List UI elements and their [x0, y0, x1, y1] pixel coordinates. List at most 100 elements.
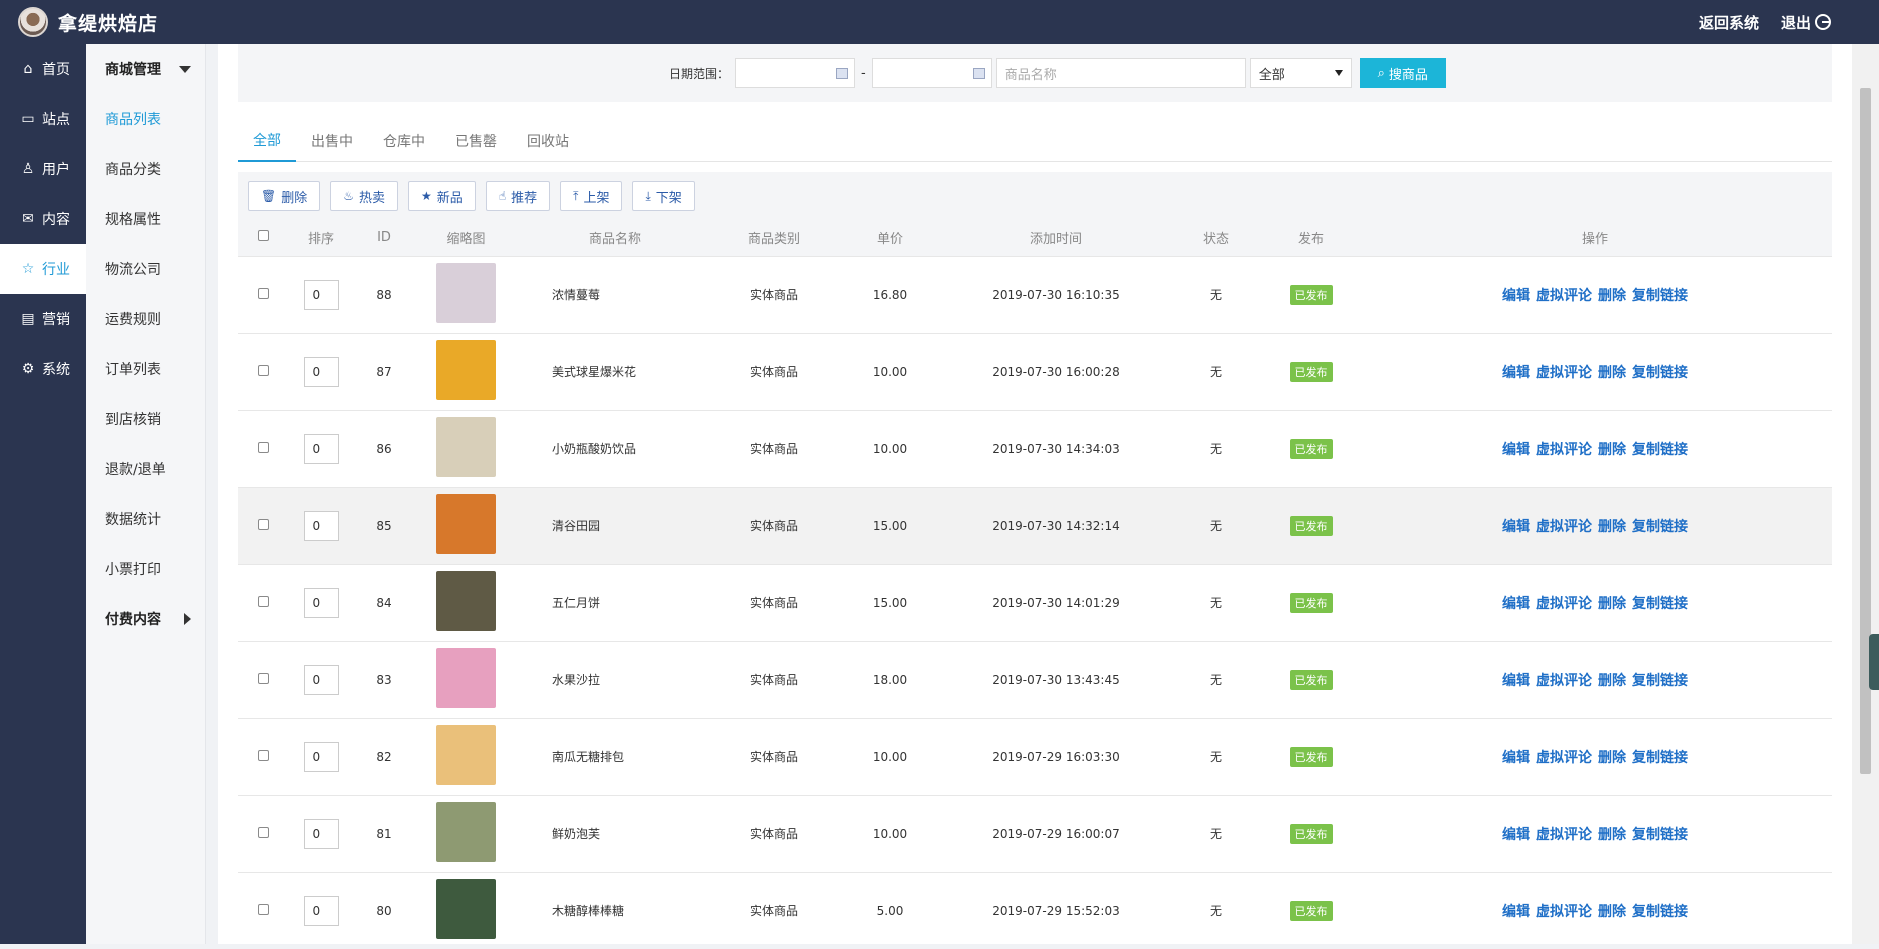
- copy-link[interactable]: 复制链接: [1632, 442, 1688, 458]
- edit-link[interactable]: 编辑: [1502, 519, 1530, 535]
- edit-link[interactable]: 编辑: [1502, 288, 1530, 304]
- nav-item-site[interactable]: ▭ 站点: [0, 94, 86, 144]
- tab-sold-out[interactable]: 已售罄: [440, 120, 512, 162]
- copy-link[interactable]: 复制链接: [1632, 365, 1688, 381]
- sort-input[interactable]: 0: [303, 356, 339, 387]
- virtual-review-link[interactable]: 虚拟评论: [1536, 904, 1592, 920]
- start-date-input[interactable]: [735, 58, 856, 88]
- calendar-icon[interactable]: [972, 68, 985, 79]
- sort-input[interactable]: 0: [303, 664, 339, 695]
- virtual-review-link[interactable]: 虚拟评论: [1536, 519, 1592, 535]
- status-badge[interactable]: 已发布: [1289, 669, 1333, 690]
- row-checkbox[interactable]: [257, 364, 269, 376]
- nav-item-marketing[interactable]: ▤ 营销: [0, 294, 86, 344]
- search-button[interactable]: ⌕ 搜商品: [1359, 58, 1446, 88]
- nav-item-system[interactable]: ⚙ 系统: [0, 344, 86, 394]
- row-checkbox[interactable]: [257, 826, 269, 838]
- product-name-input[interactable]: 商品名称: [995, 58, 1246, 88]
- virtual-review-link[interactable]: 虚拟评论: [1536, 673, 1592, 689]
- off-shelf-button[interactable]: ⤓ 下架: [632, 181, 695, 211]
- copy-link[interactable]: 复制链接: [1632, 827, 1688, 843]
- delete-link[interactable]: 删除: [1598, 596, 1626, 612]
- return-system-link[interactable]: 返回系统: [1699, 12, 1759, 33]
- subnav-category[interactable]: 商品分类: [86, 144, 205, 194]
- row-checkbox[interactable]: [257, 287, 269, 299]
- product-thumbnail[interactable]: [436, 263, 496, 323]
- row-checkbox[interactable]: [257, 672, 269, 684]
- select-all-header[interactable]: [238, 220, 288, 256]
- page-scrollbar[interactable]: [1852, 44, 1879, 944]
- new-button[interactable]: ★ 新品: [408, 181, 476, 211]
- subnav-verify[interactable]: 到店核销: [86, 394, 205, 444]
- calendar-icon[interactable]: [836, 68, 849, 79]
- delete-link[interactable]: 删除: [1598, 519, 1626, 535]
- copy-link[interactable]: 复制链接: [1632, 750, 1688, 766]
- status-badge[interactable]: 已发布: [1289, 900, 1333, 921]
- subnav-stats[interactable]: 数据统计: [86, 494, 205, 544]
- nav-item-home[interactable]: ⌂ 首页: [0, 44, 86, 94]
- status-select[interactable]: 全部: [1249, 58, 1352, 88]
- status-badge[interactable]: 已发布: [1289, 284, 1333, 305]
- status-badge[interactable]: 已发布: [1289, 438, 1333, 459]
- nav-item-content[interactable]: ✉ 内容: [0, 194, 86, 244]
- on-shelf-button[interactable]: ⤒ 上架: [560, 181, 623, 211]
- sort-input[interactable]: 0: [303, 741, 339, 772]
- brand[interactable]: 拿缇烘焙店: [0, 7, 158, 37]
- tab-all[interactable]: 全部: [238, 120, 296, 162]
- sort-input[interactable]: 0: [303, 895, 339, 926]
- copy-link[interactable]: 复制链接: [1632, 288, 1688, 304]
- side-float-handle[interactable]: [1869, 634, 1879, 690]
- status-badge[interactable]: 已发布: [1289, 823, 1333, 844]
- end-date-input[interactable]: [871, 58, 992, 88]
- row-checkbox[interactable]: [257, 441, 269, 453]
- virtual-review-link[interactable]: 虚拟评论: [1536, 596, 1592, 612]
- product-thumbnail[interactable]: [436, 417, 496, 477]
- delete-link[interactable]: 删除: [1598, 750, 1626, 766]
- sort-input[interactable]: 0: [303, 587, 339, 618]
- product-thumbnail[interactable]: [436, 648, 496, 708]
- subnav-product-list[interactable]: 商品列表: [86, 94, 205, 144]
- row-checkbox[interactable]: [257, 903, 269, 915]
- status-badge[interactable]: 已发布: [1289, 746, 1333, 767]
- recommend-button[interactable]: ☝ 推荐: [485, 181, 551, 211]
- product-thumbnail[interactable]: [436, 340, 496, 400]
- product-thumbnail[interactable]: [436, 494, 496, 554]
- edit-link[interactable]: 编辑: [1502, 596, 1530, 612]
- subnav-logistics[interactable]: 物流公司: [86, 244, 205, 294]
- copy-link[interactable]: 复制链接: [1632, 673, 1688, 689]
- sort-input[interactable]: 0: [303, 433, 339, 464]
- edit-link[interactable]: 编辑: [1502, 365, 1530, 381]
- status-badge[interactable]: 已发布: [1289, 361, 1333, 382]
- subnav-paid-content[interactable]: 付费内容: [86, 594, 205, 644]
- status-badge[interactable]: 已发布: [1289, 592, 1333, 613]
- subnav-orders[interactable]: 订单列表: [86, 344, 205, 394]
- delete-link[interactable]: 删除: [1598, 904, 1626, 920]
- delete-link[interactable]: 删除: [1598, 365, 1626, 381]
- copy-link[interactable]: 复制链接: [1632, 596, 1688, 612]
- select-all-checkbox[interactable]: [257, 230, 269, 242]
- nav-item-industry[interactable]: ☆ 行业: [0, 244, 86, 294]
- subnav-print[interactable]: 小票打印: [86, 544, 205, 594]
- product-thumbnail[interactable]: [436, 879, 496, 940]
- subnav-mall-manage[interactable]: 商城管理: [86, 44, 205, 94]
- copy-link[interactable]: 复制链接: [1632, 519, 1688, 535]
- sort-input[interactable]: 0: [303, 510, 339, 541]
- row-checkbox[interactable]: [257, 595, 269, 607]
- subnav-freight[interactable]: 运费规则: [86, 294, 205, 344]
- logout-button[interactable]: 退出: [1781, 12, 1831, 33]
- sort-input[interactable]: 0: [303, 818, 339, 849]
- sort-input[interactable]: 0: [303, 279, 339, 310]
- nav-item-user[interactable]: ♙ 用户: [0, 144, 86, 194]
- copy-link[interactable]: 复制链接: [1632, 904, 1688, 920]
- delete-link[interactable]: 删除: [1598, 442, 1626, 458]
- tab-recycle[interactable]: 回收站: [512, 120, 584, 162]
- virtual-review-link[interactable]: 虚拟评论: [1536, 827, 1592, 843]
- delete-link[interactable]: 删除: [1598, 827, 1626, 843]
- subnav-refund[interactable]: 退款/退单: [86, 444, 205, 494]
- status-badge[interactable]: 已发布: [1289, 515, 1333, 536]
- tab-warehouse[interactable]: 仓库中: [368, 120, 440, 162]
- product-thumbnail[interactable]: [436, 725, 496, 785]
- virtual-review-link[interactable]: 虚拟评论: [1536, 365, 1592, 381]
- product-thumbnail[interactable]: [436, 802, 496, 862]
- edit-link[interactable]: 编辑: [1502, 904, 1530, 920]
